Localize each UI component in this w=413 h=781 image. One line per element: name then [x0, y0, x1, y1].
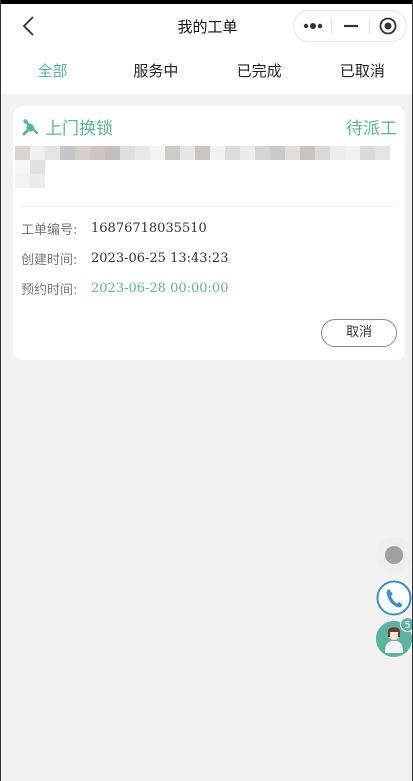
order-card[interactable]: 上门换锁 待派工 工单编号: 16876718035510 创建时间: 2023…	[13, 106, 405, 360]
created-time-row: 创建时间: 2023-06-25 13:43:23	[21, 249, 228, 268]
tab-cancelled[interactable]: 已取消	[311, 48, 412, 94]
obscured-address-line	[15, 160, 395, 174]
created-time-value: 2023-06-25 13:43:23	[91, 251, 229, 266]
navigation-bar: 我的工单	[1, 4, 412, 48]
tab-in-service[interactable]: 服务中	[104, 48, 207, 94]
more-dots-icon	[303, 23, 323, 29]
mini-program-capsule	[293, 10, 407, 42]
status-tabs: 全部 服务中 已完成 已取消	[1, 48, 412, 94]
target-circle-icon	[379, 17, 397, 35]
order-status-badge: 待派工	[346, 119, 397, 139]
more-button[interactable]	[294, 11, 331, 41]
tab-completed[interactable]: 已完成	[208, 48, 311, 94]
phone-icon	[376, 580, 412, 616]
record-button[interactable]	[376, 537, 412, 573]
unread-badge: 5	[400, 617, 412, 632]
obscured-address-line	[15, 174, 395, 188]
order-number-row: 工单编号: 16876718035510	[21, 219, 207, 238]
card-divider	[21, 206, 397, 207]
app-frame: 我的工单 全部 服务中 已完成 已取消 上门换锁 待派工 工单编号: 16876…	[0, 0, 413, 781]
appointment-time-value: 2023-06-28 00:00:00	[91, 281, 229, 296]
minimize-button[interactable]	[332, 11, 369, 41]
cancel-order-button[interactable]: 取消	[321, 319, 397, 347]
created-time-label: 创建时间:	[21, 253, 78, 268]
appointment-time-row: 预约时间: 2023-06-28 00:00:00	[21, 279, 228, 298]
close-button[interactable]	[370, 11, 407, 41]
obscured-address-line	[15, 146, 395, 160]
tab-all[interactable]: 全部	[1, 48, 104, 94]
service-type-label: 上门换锁	[45, 119, 113, 139]
minus-icon	[344, 24, 358, 28]
record-dot-icon	[385, 546, 403, 564]
order-number-label: 工单编号:	[21, 223, 78, 238]
order-number-value: 16876718035510	[91, 221, 207, 236]
obscured-address	[15, 146, 395, 188]
service-type: 上门换锁	[21, 114, 113, 139]
phone-button[interactable]	[376, 580, 412, 616]
appointment-time-label: 预约时间:	[21, 283, 78, 298]
wrench-icon	[22, 118, 39, 135]
